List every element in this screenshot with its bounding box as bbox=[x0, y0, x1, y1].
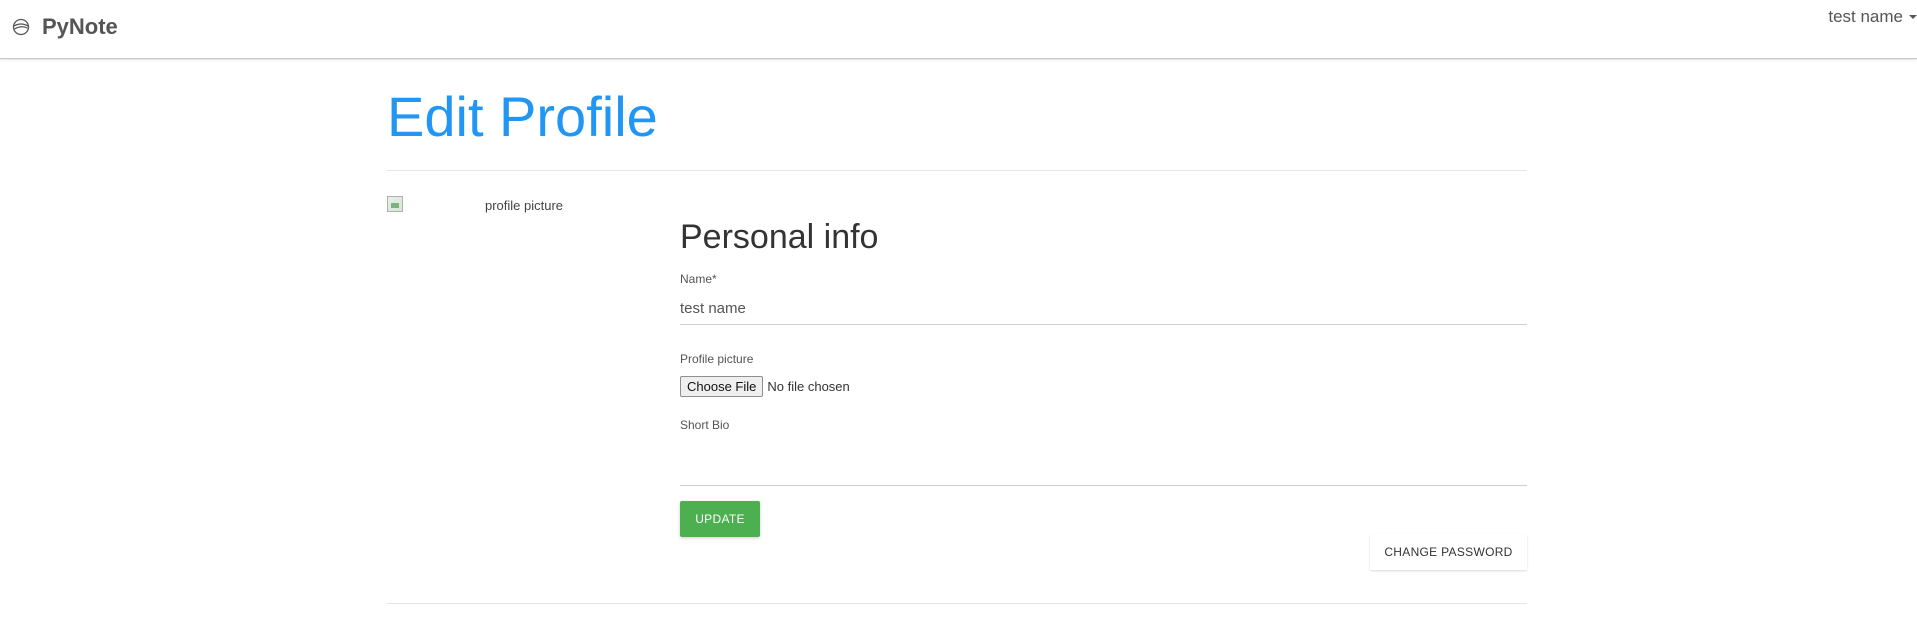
short-bio-input[interactable] bbox=[680, 438, 1527, 486]
divider bbox=[387, 170, 1527, 171]
caret-down-icon bbox=[1909, 15, 1917, 19]
choose-file-button[interactable]: Choose File bbox=[680, 376, 764, 397]
brand-name: PyNote bbox=[42, 14, 118, 39]
broken-image-icon bbox=[387, 196, 403, 212]
profile-picture: profile picture bbox=[387, 196, 577, 226]
name-input[interactable] bbox=[680, 292, 1527, 325]
profile-picture-label: Profile picture bbox=[680, 352, 754, 366]
divider bbox=[387, 603, 1527, 604]
user-menu-dropdown[interactable]: test name bbox=[1828, 7, 1917, 27]
file-status: No file chosen bbox=[767, 379, 850, 394]
update-button[interactable]: UPDATE bbox=[680, 501, 760, 537]
page-title: Edit Profile bbox=[387, 85, 658, 148]
name-label: Name* bbox=[680, 272, 717, 286]
profile-picture-alt-text: profile picture bbox=[485, 198, 564, 213]
file-input: Choose File No file chosen bbox=[680, 376, 850, 397]
globe-icon bbox=[12, 18, 30, 36]
user-name: test name bbox=[1828, 7, 1903, 26]
top-navbar: PyNote test name bbox=[0, 0, 1917, 59]
section-title: Personal info bbox=[680, 218, 879, 256]
short-bio-label: Short Bio bbox=[680, 418, 730, 432]
change-password-button[interactable]: CHANGE PASSWORD bbox=[1370, 534, 1527, 570]
brand-link[interactable]: PyNote bbox=[12, 14, 118, 40]
